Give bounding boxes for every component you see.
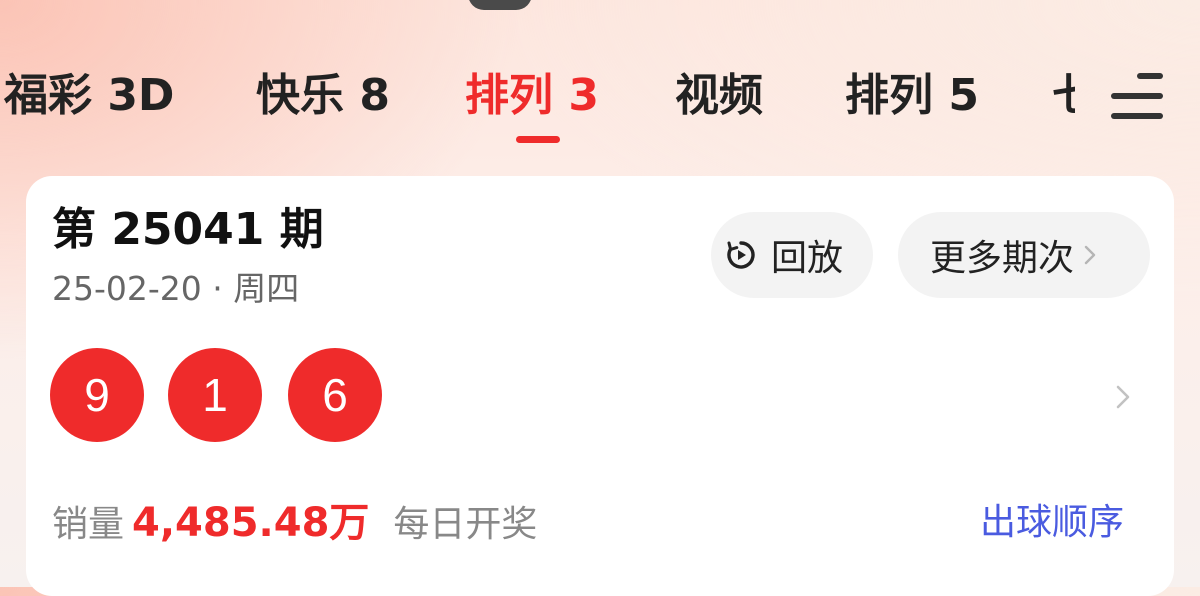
tab-qixing[interactable]: 七 (1052, 66, 1075, 126)
chevron-right-icon (1084, 245, 1096, 265)
tab-pailie-3[interactable]: 排列 3 (465, 66, 599, 126)
tab-kuaile-8[interactable]: 快乐 8 (256, 66, 390, 126)
sales-info: 销量 4,485.48万 每日开奖 (52, 498, 537, 550)
tab-video[interactable]: 视频 (675, 66, 763, 126)
tab-fucai-3d[interactable]: 福彩 3D (4, 66, 174, 126)
replay-button[interactable]: 回放 (711, 212, 873, 298)
draw-frequency: 每日开奖 (393, 504, 538, 545)
active-tab-indicator (516, 136, 560, 143)
sales-amount: 4,485.48万 (132, 500, 370, 546)
replay-clock-icon (727, 241, 755, 269)
chevron-right-icon[interactable] (1114, 382, 1132, 412)
ball-order-link[interactable]: 出球顺序 (980, 498, 1124, 548)
more-issues-button[interactable]: 更多期次 (898, 212, 1150, 298)
number-ball: 1 (168, 348, 262, 442)
more-issues-label: 更多期次 (930, 238, 1075, 279)
draw-result-card[interactable]: 第 25041 期 25-02-20 · 周四 回放 更多期次 9 1 6 销量… (26, 176, 1174, 596)
status-pill (468, 0, 532, 10)
number-ball: 9 (50, 348, 144, 442)
hamburger-menu-icon[interactable] (1111, 73, 1163, 119)
issue-date: 25-02-20 · 周四 (52, 269, 300, 308)
lottery-tabs: 福彩 3D 快乐 8 排列 3 视频 排列 5 七 (0, 50, 1075, 150)
sales-label: 销量 (52, 504, 125, 545)
tab-pailie-5[interactable]: 排列 5 (845, 66, 979, 126)
number-ball: 6 (288, 348, 382, 442)
replay-label: 回放 (771, 238, 844, 279)
issue-title: 第 25041 期 (52, 204, 324, 255)
